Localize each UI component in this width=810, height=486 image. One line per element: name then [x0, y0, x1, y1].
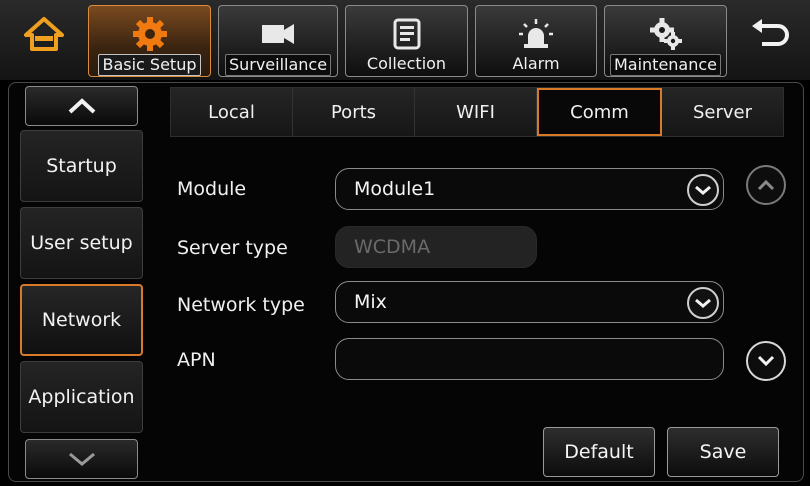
dropdown-button[interactable] — [687, 174, 719, 206]
save-button-label: Save — [699, 441, 747, 463]
form-scroll-up-button[interactable] — [746, 165, 786, 205]
tab-collection[interactable]: Collection — [345, 5, 468, 77]
form-scroll-down-button[interactable] — [746, 341, 786, 381]
sidebar-item-startup[interactable]: Startup — [20, 130, 143, 202]
tab-surveillance[interactable]: Surveillance — [218, 5, 338, 77]
sidebar-item-user-setup[interactable]: User setup — [20, 207, 143, 279]
default-button[interactable]: Default — [543, 427, 655, 477]
tab-basic-setup[interactable]: Basic Setup — [88, 5, 211, 77]
subtab-label: WIFI — [456, 101, 495, 123]
network-type-value: Mix — [354, 291, 387, 313]
home-icon — [24, 17, 64, 51]
back-arrow-icon — [752, 19, 789, 46]
maintenance-gear-icon — [649, 18, 682, 50]
save-button[interactable]: Save — [667, 427, 779, 477]
module-label: Module — [177, 178, 247, 200]
dropdown-button[interactable] — [687, 287, 719, 319]
sidebar-item-label: Application — [28, 386, 135, 408]
tab-label: Maintenance — [609, 54, 722, 76]
sidebar-item-application[interactable]: Application — [20, 361, 143, 433]
subtab-label: Ports — [330, 101, 377, 123]
chevron-down-icon — [68, 452, 95, 466]
subtab-local[interactable]: Local — [171, 88, 293, 136]
chevron-down-icon — [695, 298, 711, 308]
sidebar-item-label: Startup — [46, 155, 117, 177]
sidebar-item-network[interactable]: Network — [20, 284, 143, 356]
chevron-up-icon — [68, 98, 95, 114]
chevron-up-icon — [757, 179, 775, 191]
subtab-comm[interactable]: Comm — [537, 88, 662, 136]
tab-label: Basic Setup — [98, 54, 201, 76]
subtab-label: Local — [208, 101, 255, 123]
sidebar-scroll-up-button[interactable] — [25, 86, 138, 126]
chevron-down-icon — [757, 355, 775, 367]
tab-label: Alarm — [512, 54, 560, 73]
home-button[interactable] — [22, 14, 66, 54]
server-type-label: Server type — [177, 237, 288, 259]
apn-input[interactable] — [335, 338, 724, 380]
chevron-down-icon — [695, 185, 711, 195]
sidebar-item-label: User setup — [30, 232, 133, 254]
sidebar-item-label: Network — [41, 309, 122, 331]
back-button[interactable] — [748, 16, 792, 56]
collection-icon — [393, 18, 420, 50]
default-button-label: Default — [564, 441, 634, 463]
network-subtabs: Local Ports WIFI Comm Server — [170, 87, 784, 137]
tab-label: Collection — [366, 54, 447, 73]
subtab-label: Comm — [570, 101, 629, 123]
tab-label: Surveillance — [224, 54, 332, 76]
subtab-label: Server — [692, 101, 753, 123]
server-type-field: WCDMA — [335, 226, 537, 268]
module-select[interactable]: Module1 — [335, 168, 724, 210]
apn-label: APN — [177, 349, 216, 371]
subtab-wifi[interactable]: WIFI — [415, 88, 537, 136]
sidebar-scroll-down-button[interactable] — [25, 439, 138, 479]
gear-icon — [132, 17, 167, 51]
tab-maintenance[interactable]: Maintenance — [604, 5, 727, 77]
tab-alarm[interactable]: Alarm — [475, 5, 597, 77]
top-menu-bar: Basic Setup Surveillance Collection Alar… — [0, 0, 810, 80]
subtab-ports[interactable]: Ports — [293, 88, 415, 136]
module-value: Module1 — [354, 178, 436, 200]
alarm-icon — [519, 19, 553, 48]
server-type-value: WCDMA — [354, 236, 431, 258]
network-type-select[interactable]: Mix — [335, 281, 724, 323]
subtab-server[interactable]: Server — [662, 88, 783, 136]
network-type-label: Network type — [177, 294, 305, 316]
camera-icon — [262, 24, 294, 44]
